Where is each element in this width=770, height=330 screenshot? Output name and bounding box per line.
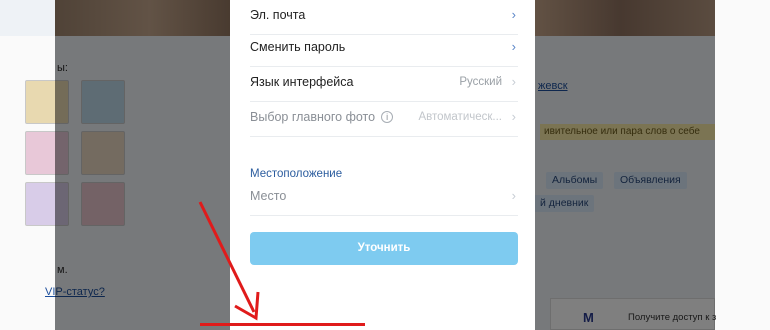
main-photo-value: Автоматическ... xyxy=(418,111,502,123)
info-icon[interactable]: i xyxy=(381,111,394,123)
chevron-right-icon: › xyxy=(511,39,516,54)
chevron-right-icon: › xyxy=(511,188,516,203)
right-margin xyxy=(715,0,770,330)
change-password-label: Сменить пароль xyxy=(250,40,346,54)
email-row[interactable]: Эл. почта › xyxy=(250,0,518,35)
language-label: Язык интерфейса xyxy=(250,75,354,89)
annotation-underline xyxy=(200,323,365,326)
chevron-right-icon: › xyxy=(511,74,516,89)
refine-button[interactable]: Уточнить xyxy=(250,232,518,265)
chevron-right-icon: › xyxy=(511,109,516,124)
main-photo-label: Выбор главного фото i xyxy=(250,110,394,124)
chevron-right-icon: › xyxy=(511,7,516,22)
location-section-title: Местоположение xyxy=(250,168,343,180)
settings-modal: Эл. почта › Сменить пароль › Язык интерф… xyxy=(230,0,535,330)
change-password-row[interactable]: Сменить пароль › xyxy=(250,32,518,67)
main-photo-row[interactable]: Выбор главного фото i Автоматическ... › xyxy=(250,102,518,137)
location-row[interactable]: Место › xyxy=(250,181,518,216)
email-label: Эл. почта xyxy=(250,8,306,22)
main-photo-label-text: Выбор главного фото xyxy=(250,110,376,124)
language-value: Русский xyxy=(459,76,502,88)
annotation-arrow-icon xyxy=(198,201,260,321)
language-row[interactable]: Язык интерфейса Русский › xyxy=(250,67,518,102)
